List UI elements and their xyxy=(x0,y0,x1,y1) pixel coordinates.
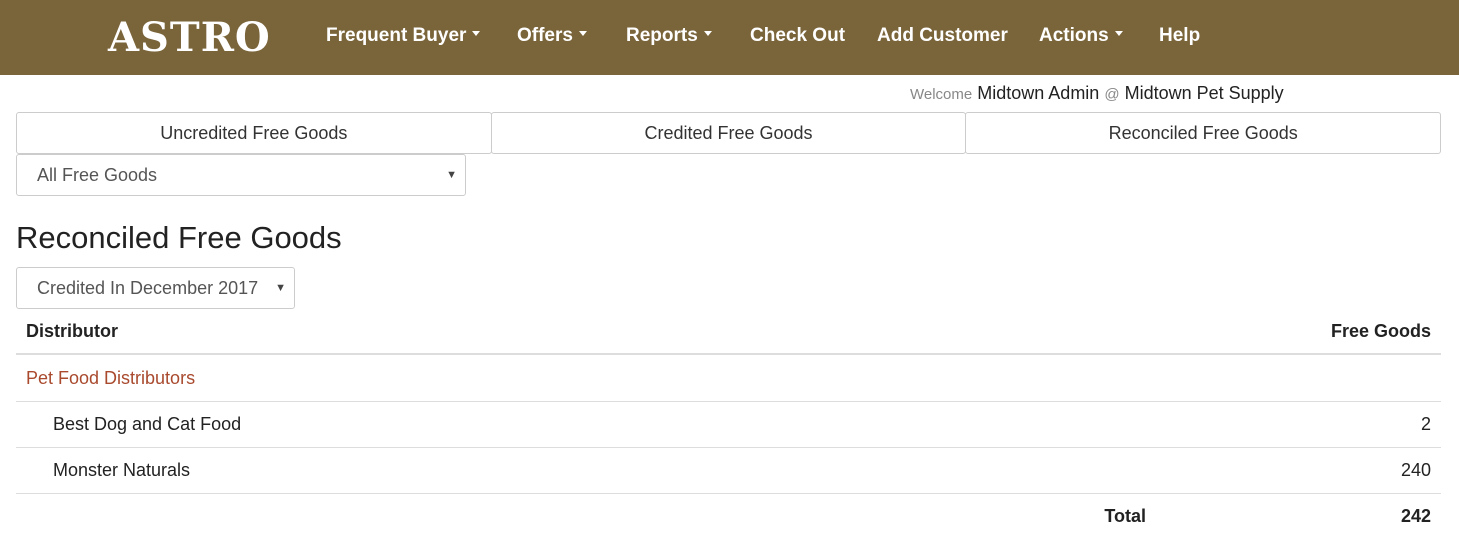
free-goods-filter-select[interactable]: All Free Goods ▼ xyxy=(16,154,466,196)
caret-down-icon xyxy=(1114,31,1123,37)
welcome-at: @ xyxy=(1104,86,1120,103)
nav-actions-dropdown[interactable]: Actions xyxy=(1039,24,1123,48)
tab-reconciled-free-goods[interactable]: Reconciled Free Goods xyxy=(965,112,1442,154)
nav-frequent-buyer-label: Frequent Buyer xyxy=(326,25,467,46)
distributor-group-link[interactable]: Pet Food Distributors xyxy=(26,355,195,401)
table-total-row: Total 242 xyxy=(16,493,1441,539)
free-goods-table: Distributor Free Goods Pet Food Distribu… xyxy=(16,310,1441,539)
welcome-store: Midtown Pet Supply xyxy=(1124,83,1284,103)
nav-offers-dropdown[interactable]: Offers xyxy=(517,24,587,48)
astro-logo[interactable]: ASTRO xyxy=(108,16,271,60)
nav-reports-label: Reports xyxy=(626,25,698,46)
credited-period-select[interactable]: Credited In December 2017 ▼ xyxy=(16,267,295,309)
column-header-distributor: Distributor xyxy=(26,321,118,341)
nav-offers-label: Offers xyxy=(517,25,573,46)
nav-add-customer-link[interactable]: Add Customer xyxy=(877,24,1008,48)
welcome-message: Welcome Midtown Admin @ Midtown Pet Supp… xyxy=(910,82,1284,106)
nav-reports-dropdown[interactable]: Reports xyxy=(626,24,712,48)
table-group-row: Pet Food Distributors xyxy=(16,355,1441,401)
table-header-row: Distributor Free Goods xyxy=(16,310,1441,355)
caret-down-icon xyxy=(703,31,712,37)
nav-help-link[interactable]: Help xyxy=(1159,24,1200,48)
top-navbar: ASTRO Frequent Buyer Offers Reports Chec… xyxy=(0,0,1459,75)
credited-period-value: Credited In December 2017 xyxy=(37,277,259,298)
welcome-prefix: Welcome xyxy=(910,86,973,103)
select-arrow-icon: ▼ xyxy=(275,282,286,294)
free-goods-tabs: Uncredited Free Goods Credited Free Good… xyxy=(16,112,1442,154)
total-label: Total xyxy=(1104,506,1146,526)
nav-frequent-buyer-dropdown[interactable]: Frequent Buyer xyxy=(326,24,481,48)
distributor-name: Monster Naturals xyxy=(53,460,191,480)
distributor-name: Best Dog and Cat Food xyxy=(53,414,242,434)
table-row: Best Dog and Cat Food 2 xyxy=(16,401,1441,447)
welcome-user: Midtown Admin xyxy=(977,83,1100,103)
caret-down-icon xyxy=(472,31,481,37)
free-goods-count: 240 xyxy=(1400,460,1431,480)
tab-uncredited-free-goods[interactable]: Uncredited Free Goods xyxy=(16,112,492,154)
page-title: Reconciled Free Goods xyxy=(16,220,342,255)
tab-credited-free-goods[interactable]: Credited Free Goods xyxy=(490,112,967,154)
column-header-free-goods: Free Goods xyxy=(1330,321,1431,341)
free-goods-filter-value: All Free Goods xyxy=(37,164,158,185)
nav-check-out-link[interactable]: Check Out xyxy=(750,24,845,48)
nav-actions-label: Actions xyxy=(1039,25,1109,46)
table-row: Monster Naturals 240 xyxy=(16,447,1441,493)
select-arrow-icon: ▼ xyxy=(446,169,457,181)
free-goods-count: 2 xyxy=(1420,414,1431,434)
total-value: 242 xyxy=(1400,506,1431,526)
caret-down-icon xyxy=(578,31,587,37)
